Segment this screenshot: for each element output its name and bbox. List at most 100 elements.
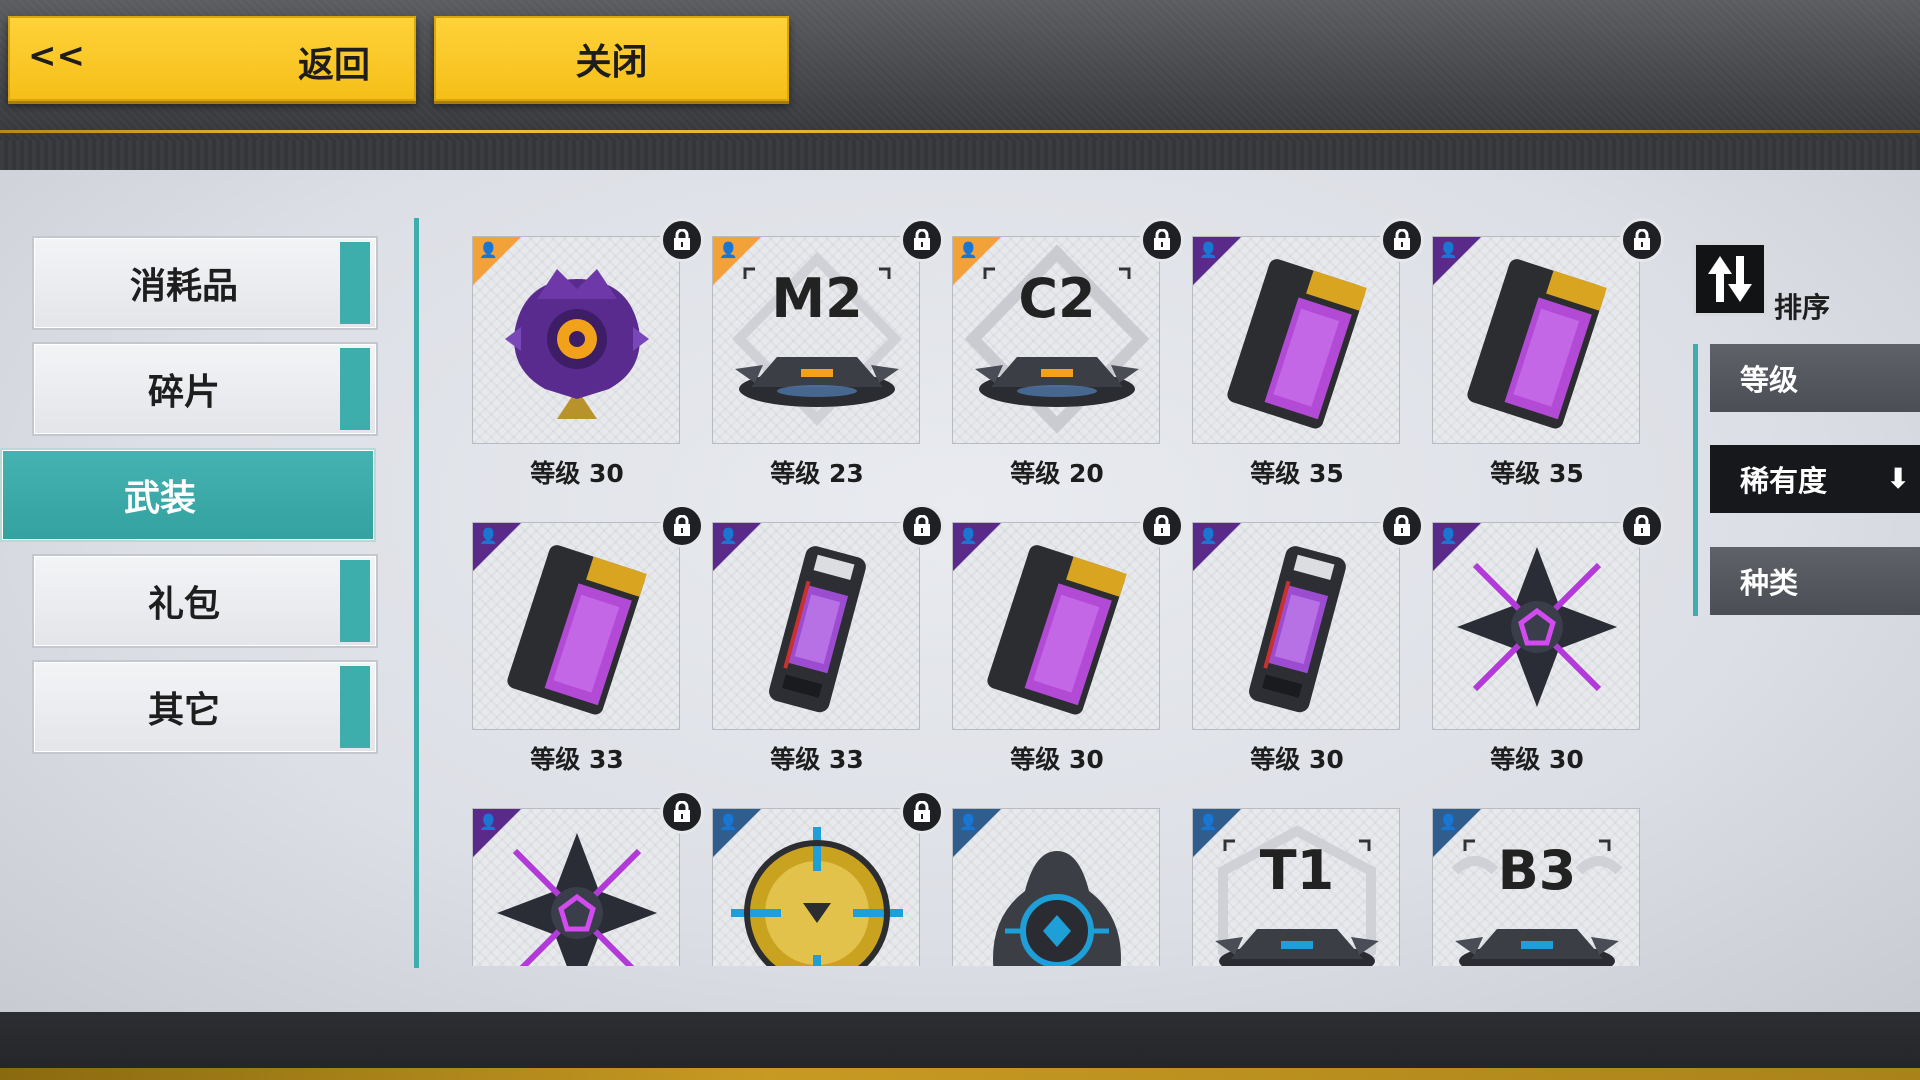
back-arrows: << — [28, 36, 85, 76]
item-level: 等级 33 — [770, 745, 864, 774]
top-bar: << 返回 关闭 — [0, 0, 1920, 170]
person-icon: 👤 — [479, 527, 498, 545]
rarity-corner-blue: 👤 — [1433, 809, 1481, 857]
rarity-corner-purple: 👤 — [713, 523, 761, 571]
category-tab-marker — [340, 560, 370, 642]
item-card[interactable]: 👤 — [920, 790, 1160, 966]
rarity-corner-purple: 👤 — [473, 523, 521, 571]
item-card[interactable]: 👤 等级 30 — [920, 504, 1184, 784]
rarity-corner-orange: 👤 — [953, 237, 1001, 285]
lock-icon[interactable] — [1620, 218, 1664, 262]
person-icon: 👤 — [1199, 241, 1218, 259]
sort-toggle-button[interactable] — [1693, 242, 1767, 316]
item-code: T1 — [1260, 839, 1334, 902]
rarity-corner-purple: 👤 — [473, 809, 521, 857]
category-packs[interactable]: 礼包 — [32, 554, 378, 648]
category-fragments[interactable]: 碎片 — [32, 342, 378, 436]
person-icon: 👤 — [1439, 813, 1458, 831]
item-level: 等级 30 — [530, 459, 624, 488]
category-other[interactable]: 其它 — [32, 660, 378, 754]
item-level: 等级 30 — [1490, 745, 1584, 774]
item-card[interactable]: 👤 等级 33 — [680, 504, 944, 784]
item-frame: 👤 — [952, 808, 1160, 966]
item-card[interactable]: 👤 — [440, 790, 704, 966]
item-card[interactable]: C2 👤 等级 20 — [920, 218, 1184, 498]
item-frame: 👤 — [472, 522, 680, 730]
rarity-corner-blue: 👤 — [1193, 809, 1241, 857]
rarity-corner-orange: 👤 — [473, 237, 521, 285]
item-level: 等级 30 — [1010, 745, 1104, 774]
item-grid[interactable]: 👤 等级 30 M2 👤 等级 23 C2 👤 等级 20 👤 等级 35 👤 … — [440, 218, 1690, 966]
category-label: 其它 — [147, 690, 220, 731]
item-card[interactable]: 👤 — [680, 790, 944, 966]
item-level: 等级 35 — [1250, 459, 1344, 488]
person-icon: 👤 — [959, 527, 978, 545]
item-frame: 👤 — [472, 236, 680, 444]
item-level: 等级 23 — [770, 459, 864, 488]
sort-option-level[interactable]: 等级 — [1710, 344, 1920, 412]
person-icon: 👤 — [719, 813, 738, 831]
sort-option-label: 等级 — [1740, 363, 1799, 397]
person-icon: 👤 — [959, 241, 978, 259]
item-card[interactable]: M2 👤 等级 23 — [680, 218, 944, 498]
right-divider — [1693, 344, 1698, 616]
item-level: 等级 33 — [530, 745, 624, 774]
item-frame: 👤 — [1432, 522, 1640, 730]
item-card[interactable]: 👤 等级 30 — [1160, 504, 1424, 784]
item-card[interactable]: 👤 等级 30 — [440, 218, 704, 498]
sort-option-label: 稀有度 — [1740, 464, 1828, 498]
category-armament[interactable]: 武装 — [0, 448, 376, 542]
item-frame: T1 👤 — [1192, 808, 1400, 966]
item-frame: M2 👤 — [712, 236, 920, 444]
category-label: 礼包 — [147, 584, 220, 625]
item-card[interactable]: 👤 等级 30 — [1400, 504, 1664, 784]
sort-option-label: 种类 — [1740, 566, 1799, 600]
close-button[interactable]: 关闭 — [434, 16, 789, 101]
item-frame: 👤 — [1432, 236, 1640, 444]
rarity-corner-purple: 👤 — [1433, 523, 1481, 571]
arrow-down-icon: ⬇ — [1886, 462, 1910, 495]
person-icon: 👤 — [1439, 527, 1458, 545]
item-card[interactable]: 👤 等级 35 — [1400, 218, 1664, 498]
item-level: 等级 20 — [1010, 459, 1104, 488]
item-frame: B3 👤 — [1432, 808, 1640, 966]
item-card[interactable]: B3 👤 — [1400, 790, 1640, 966]
person-icon: 👤 — [959, 813, 978, 831]
item-frame: 👤 — [712, 522, 920, 730]
sort-option-rarity[interactable]: 稀有度 ⬇ — [1710, 445, 1920, 513]
rarity-corner-blue: 👤 — [953, 809, 1001, 857]
lock-icon[interactable] — [1620, 504, 1664, 548]
category-tab-marker — [340, 242, 370, 324]
item-level: 等级 35 — [1490, 459, 1584, 488]
person-icon: 👤 — [1199, 527, 1218, 545]
item-card[interactable]: T1 👤 — [1160, 790, 1400, 966]
item-code: C2 — [1018, 267, 1095, 330]
rarity-corner-purple: 👤 — [1433, 237, 1481, 285]
item-card[interactable]: 👤 等级 33 — [440, 504, 704, 784]
category-label: 消耗品 — [129, 266, 238, 307]
category-label: 武装 — [123, 478, 196, 519]
item-card[interactable]: 👤 等级 35 — [1160, 218, 1424, 498]
sort-toggle-icon — [1708, 256, 1752, 302]
item-frame: 👤 — [1192, 522, 1400, 730]
rarity-corner-purple: 👤 — [953, 523, 1001, 571]
sort-option-type[interactable]: 种类 — [1710, 547, 1920, 615]
rarity-corner-purple: 👤 — [1193, 237, 1241, 285]
sort-label: 排序 — [1774, 291, 1831, 324]
back-label: 返回 — [298, 45, 371, 86]
person-icon: 👤 — [479, 813, 498, 831]
rarity-corner-purple: 👤 — [1193, 523, 1241, 571]
item-frame: C2 👤 — [952, 236, 1160, 444]
item-frame: 👤 — [952, 522, 1160, 730]
bottom-gold-line — [0, 1068, 1920, 1080]
category-consumables[interactable]: 消耗品 — [32, 236, 378, 330]
back-button[interactable]: << 返回 — [8, 16, 416, 101]
rarity-corner-blue: 👤 — [713, 809, 761, 857]
header-gold-line — [0, 130, 1920, 133]
rarity-corner-orange: 👤 — [713, 237, 761, 285]
left-divider — [414, 218, 419, 968]
person-icon: 👤 — [479, 241, 498, 259]
item-level: 等级 30 — [1250, 745, 1344, 774]
person-icon: 👤 — [719, 241, 738, 259]
item-code: B3 — [1498, 839, 1577, 902]
